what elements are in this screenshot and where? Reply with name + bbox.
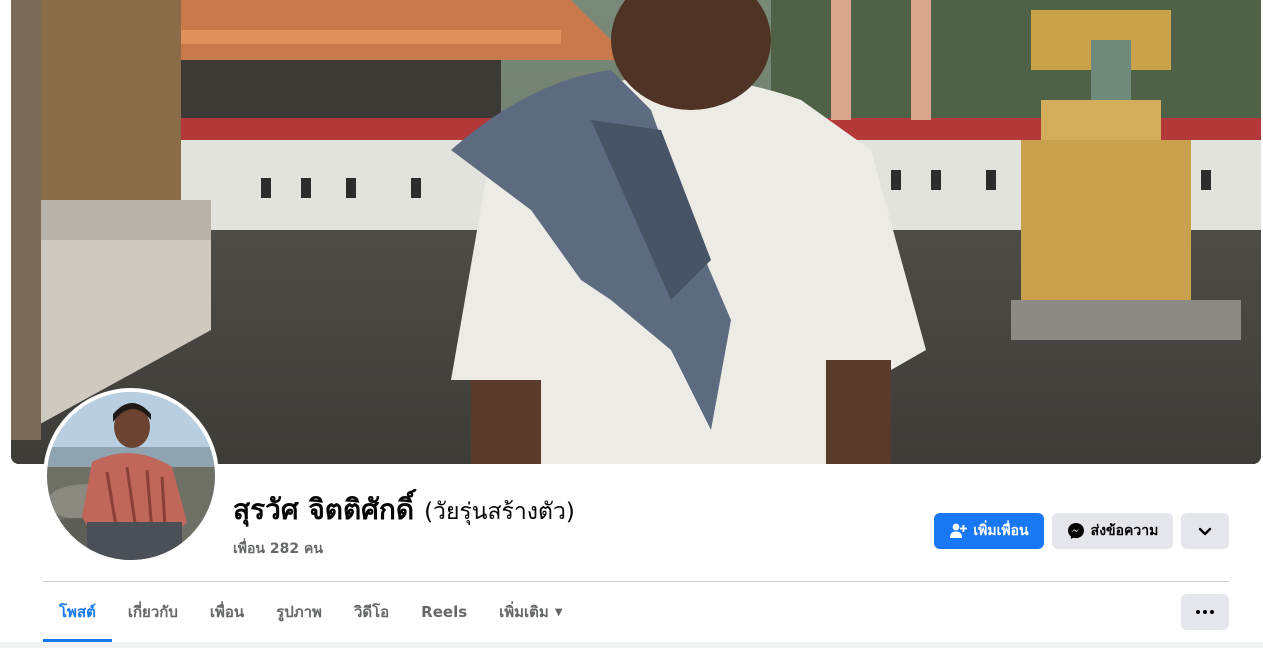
tab-label: Reels	[421, 603, 468, 621]
tab-photos[interactable]: รูปภาพ	[260, 582, 338, 642]
tab-about[interactable]: เกี่ยวกับ	[112, 582, 194, 642]
message-label: ส่งข้อความ	[1090, 523, 1159, 539]
add-friend-button[interactable]: เพิ่มเพื่อน	[934, 513, 1044, 549]
chevron-down-icon	[1196, 522, 1214, 540]
avatar-image	[47, 392, 215, 560]
avatar[interactable]	[47, 392, 215, 560]
profile-header: สุรวัศ จิตติศักดิ์ (วัยรุ่นสร้างตัว) เพื…	[233, 488, 575, 560]
tab-label: วิดีโอ	[353, 603, 390, 621]
more-options-button[interactable]	[1181, 594, 1229, 630]
profile-actions: เพิ่มเพื่อน ส่งข้อความ	[934, 513, 1229, 549]
add-friend-label: เพิ่มเพื่อน	[973, 523, 1029, 539]
profile-name[interactable]: สุรวัศ จิตติศักดิ์	[233, 488, 414, 532]
profile-name-line: สุรวัศ จิตติศักดิ์ (วัยรุ่นสร้างตัว)	[233, 488, 575, 532]
message-button[interactable]: ส่งข้อความ	[1052, 513, 1173, 549]
friends-count[interactable]: เพื่อน 282 คน	[233, 538, 575, 560]
tab-posts[interactable]: โพสต์	[43, 582, 112, 642]
profile-options-dropdown-button[interactable]	[1181, 513, 1229, 549]
tab-more[interactable]: เพิ่มเติม ▼	[483, 582, 578, 642]
tab-label: เพิ่มเติม	[499, 603, 549, 621]
more-dots-icon	[1196, 610, 1214, 614]
add-person-icon	[949, 522, 968, 540]
cover-photo-image	[11, 0, 1261, 464]
profile-alternate-name: (วัยรุ่นสร้างตัว)	[424, 499, 575, 525]
messenger-icon	[1067, 522, 1085, 540]
tab-reels[interactable]: Reels	[405, 582, 483, 642]
tab-friends[interactable]: เพื่อน	[194, 582, 260, 642]
cover-photo[interactable]	[11, 0, 1261, 464]
tab-label: เพื่อน	[209, 603, 245, 621]
page-background-band	[0, 642, 1263, 648]
tab-videos[interactable]: วิดีโอ	[338, 582, 405, 642]
profile-tabs: โพสต์ เกี่ยวกับ เพื่อน รูปภาพ วิดีโอ Ree…	[43, 582, 579, 642]
tab-label: เกี่ยวกับ	[127, 603, 178, 621]
avatar-frame[interactable]	[43, 388, 219, 564]
tab-label: รูปภาพ	[276, 603, 322, 621]
tab-label: โพสต์	[59, 603, 96, 621]
caret-down-icon: ▼	[554, 606, 563, 618]
